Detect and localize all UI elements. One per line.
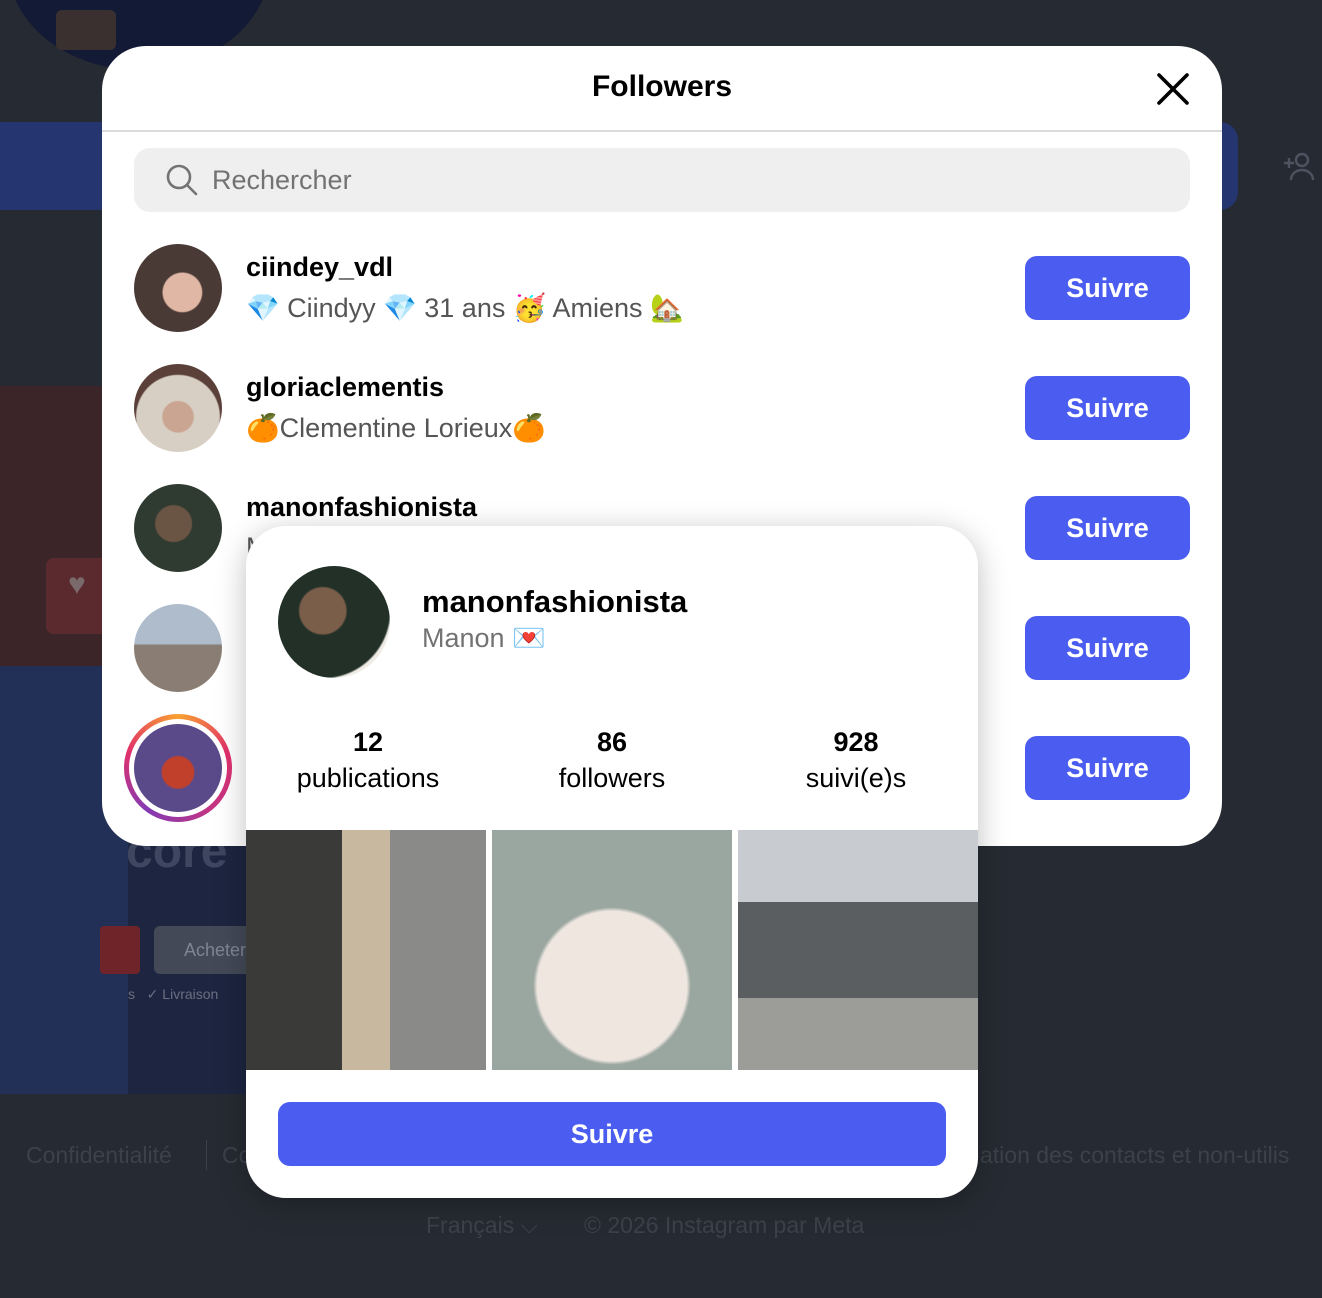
language-selector: Français ⌵ — [426, 1212, 538, 1239]
footer-link-privacy: Confidentialité — [26, 1142, 172, 1168]
heart-icon: ♥ — [68, 568, 86, 601]
avatar[interactable] — [134, 724, 222, 812]
stat-value: 928 — [833, 727, 879, 757]
modal-title: Followers — [591, 70, 733, 103]
follow-button[interactable]: Suivre — [1025, 736, 1190, 800]
language-label: Français — [426, 1212, 515, 1238]
follower-username[interactable]: ciindey_vdl — [246, 252, 393, 283]
stat-following[interactable]: 928 suivi(e)s — [734, 726, 978, 798]
hover-card-name: Manon 💌 — [422, 623, 546, 653]
stat-followers[interactable]: 86 followers — [490, 726, 734, 798]
follower-bio: 🍊Clementine Lorieux🍊 — [246, 413, 546, 443]
modal-header: Followers — [102, 46, 1222, 132]
hover-card-avatar[interactable] — [278, 566, 390, 678]
post-thumbnail[interactable] — [246, 830, 486, 1070]
hover-card-follow-button[interactable]: Suivre — [278, 1102, 946, 1166]
stat-label: followers — [558, 763, 666, 793]
follower-username[interactable]: manonfashionista — [246, 492, 477, 523]
search-box[interactable] — [134, 148, 1190, 212]
stat-label: publications — [296, 763, 440, 793]
buy-button: Acheter — [154, 926, 254, 974]
shipping-text: s ✓ Livraison — [128, 986, 219, 1002]
follow-button[interactable]: Suivre — [1025, 376, 1190, 440]
stat-label: suivi(e)s — [805, 763, 907, 793]
person-add-icon — [1280, 150, 1316, 182]
avatar[interactable] — [134, 604, 222, 692]
avatar[interactable] — [134, 484, 222, 572]
post-thumbnail[interactable] — [492, 830, 732, 1070]
avatar[interactable] — [134, 244, 222, 332]
post-action-button — [100, 926, 140, 974]
follower-bio: 💎 Ciindyy 💎 31 ans 🥳 Amiens 🏡 — [246, 293, 684, 323]
follow-button[interactable]: Suivre — [1025, 616, 1190, 680]
search-icon — [164, 162, 200, 198]
stat-value: 86 — [596, 727, 628, 757]
profile-hover-card: manonfashionista Manon 💌 12 publications… — [246, 526, 978, 1198]
follower-row[interactable]: gloriaclementis 🍊Clementine Lorieux🍊 Sui… — [102, 364, 1222, 460]
stat-publications: 12 publications — [246, 726, 490, 798]
hover-card-username[interactable]: manonfashionista — [422, 584, 687, 620]
chevron-down-icon: ⌵ — [520, 1212, 539, 1238]
copyright: © 2026 Instagram par Meta — [584, 1212, 865, 1238]
shipping-label: Livraison — [162, 986, 219, 1002]
avatar[interactable] — [134, 364, 222, 452]
close-icon[interactable] — [1152, 68, 1194, 110]
follower-row[interactable]: ciindey_vdl 💎 Ciindyy 💎 31 ans 🥳 Amiens … — [102, 244, 1222, 340]
follow-button[interactable]: Suivre — [1025, 496, 1190, 560]
stat-value: 12 — [352, 727, 384, 757]
story-ring[interactable] — [124, 714, 232, 822]
follower-username[interactable]: gloriaclementis — [246, 372, 444, 403]
search-input[interactable] — [212, 148, 1112, 212]
footer-link-contacts: ation des contacts et non-utilis — [980, 1142, 1290, 1168]
follow-button[interactable]: Suivre — [1025, 256, 1190, 320]
post-thumbnail[interactable] — [738, 830, 978, 1070]
